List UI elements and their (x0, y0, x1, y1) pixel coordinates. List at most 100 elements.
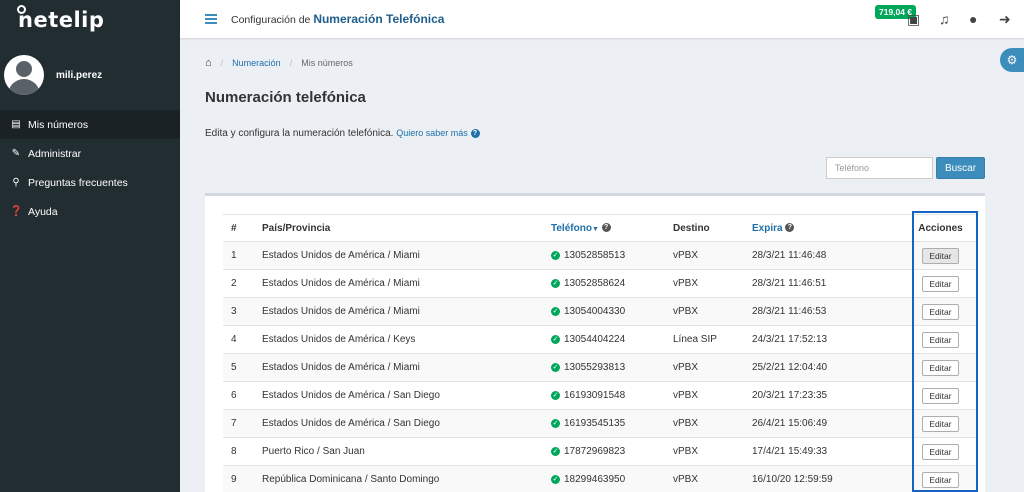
question-icon: ❓ (10, 206, 23, 217)
question-icon: ? (601, 223, 611, 233)
sidebar-item-label: Mis números (28, 118, 89, 131)
row-country: Estados Unidos de América / Keys (254, 325, 543, 354)
bell-icon[interactable]: ♫ (939, 11, 950, 27)
table-row: 6 Estados Unidos de América / San Diego ✓ 1… (223, 381, 977, 410)
row-number: 6 (223, 381, 254, 410)
list-icon: ▤ (11, 119, 21, 130)
phone-search-input[interactable] (826, 157, 933, 179)
row-phone: ✓ 16193091548 (543, 381, 665, 410)
row-number: 8 (223, 437, 254, 466)
search-icon: ⚲ (12, 177, 20, 188)
user-icon[interactable]: ● (969, 11, 977, 27)
username: mili.perez (56, 69, 103, 81)
logo-text: netelip (18, 8, 105, 32)
table-row: 5 Estados Unidos de América / Miami ✓ 13055… (223, 353, 977, 382)
sidebar-item-ayuda[interactable]: ❓ Ayuda (0, 197, 180, 226)
table-row: 3 Estados Unidos de América / Miami ✓ 13054… (223, 297, 977, 326)
col-phone[interactable]: Teléfono▼ ? (543, 214, 665, 242)
home-icon[interactable]: ⌂ (205, 57, 212, 69)
table-row: 4 Estados Unidos de América / Keys ✓ 130544… (223, 325, 977, 354)
check-circle-icon: ✓ (551, 334, 560, 344)
settings-gear-icon[interactable]: ⚙ (1000, 48, 1024, 72)
sidebar-item-administrar[interactable]: ✎ Administrar (0, 139, 180, 168)
row-destination: vPBX (665, 269, 744, 298)
sidebar-item-label: Administrar (28, 147, 82, 160)
row-country: Estados Unidos de América / Miami (254, 353, 543, 382)
row-expires: 28/3/21 11:46:53 (744, 297, 904, 326)
edit-icon: ✎ (11, 148, 21, 159)
check-circle-icon: ✓ (551, 474, 560, 484)
col-country: País/Provincia (254, 214, 543, 242)
row-country: Estados Unidos de América / San Diego (254, 409, 543, 438)
row-expires: 28/3/21 11:46:51 (744, 269, 904, 298)
sidebar-item-label: Preguntas frecuentes (28, 176, 128, 189)
avatar (4, 55, 44, 95)
question-icon: ? (785, 223, 795, 233)
row-destination: vPBX (665, 241, 744, 270)
row-expires: 25/2/21 12:04:40 (744, 353, 904, 382)
row-phone: ✓ 13052858624 (543, 269, 665, 298)
learn-more-link[interactable]: Quiero saber más (396, 128, 468, 138)
actions-column-highlight (912, 211, 978, 492)
row-number: 3 (223, 297, 254, 326)
row-phone: ✓ 13052858513 (543, 241, 665, 270)
sidebar-item-label: Ayuda (28, 205, 58, 218)
numbers-table: # País/Provincia Teléfono▼ ? Destino Exp… (223, 214, 977, 492)
sidebar-menu: ▤ Mis números ✎ Administrar ⚲ Preguntas … (0, 110, 180, 226)
page-header-title: Configuración de Numeración Telefónica (231, 12, 445, 26)
row-country: Estados Unidos de América / San Diego (254, 381, 543, 410)
row-country: Puerto Rico / San Juan (254, 437, 543, 466)
sidebar-item-preguntas[interactable]: ⚲ Preguntas frecuentes (0, 168, 180, 197)
col-expires[interactable]: Expira ? (744, 214, 904, 242)
logout-icon[interactable]: ➜ (999, 11, 1011, 28)
row-number: 1 (223, 241, 254, 270)
sidebar-item-mis-numeros[interactable]: ▤ Mis números (0, 110, 180, 139)
table-row: 2 Estados Unidos de América / Miami ✓ 13052… (223, 269, 977, 298)
row-expires: 26/4/21 15:06:49 (744, 409, 904, 438)
col-destination: Destino (665, 214, 744, 242)
check-circle-icon: ✓ (551, 278, 560, 288)
question-icon: ? (470, 128, 480, 138)
logo[interactable]: netelip (0, 0, 180, 40)
table-row: 1 Estados Unidos de América / Miami ✓ 13052… (223, 241, 977, 270)
row-destination: Línea SIP (665, 325, 744, 354)
check-circle-icon: ✓ (551, 390, 560, 400)
topbar: Configuración de Numeración Telefónica 7… (180, 0, 1024, 38)
breadcrumb-numeracion[interactable]: Numeración (232, 58, 281, 68)
wallet-icon[interactable]: ▣ (907, 11, 920, 28)
row-number: 4 (223, 325, 254, 354)
row-phone: ✓ 16193545135 (543, 409, 665, 438)
row-expires: 24/3/21 17:52:13 (744, 325, 904, 354)
user-panel: mili.perez (0, 40, 180, 110)
row-number: 7 (223, 409, 254, 438)
table-row: 7 Estados Unidos de América / San Diego ✓ 1… (223, 409, 977, 438)
row-phone: ✓ 17872969823 (543, 437, 665, 466)
row-destination: vPBX (665, 437, 744, 466)
row-expires: 20/3/21 17:23:35 (744, 381, 904, 410)
row-destination: vPBX (665, 381, 744, 410)
row-phone: ✓ 13055293813 (543, 353, 665, 382)
sidebar: netelip mili.perez ▤ Mis números ✎ Admin… (0, 0, 180, 492)
row-country: Estados Unidos de América / Miami (254, 241, 543, 270)
row-number: 2 (223, 269, 254, 298)
row-country: Estados Unidos de América / Miami (254, 297, 543, 326)
page-description: Edita y configura la numeración telefóni… (205, 128, 480, 139)
check-circle-icon: ✓ (551, 306, 560, 316)
row-expires: 28/3/21 11:46:48 (744, 241, 904, 270)
row-phone: ✓ 13054404224 (543, 325, 665, 354)
table-row: 9 República Dominicana / Santo Domingo ✓ 18… (223, 465, 977, 492)
breadcrumb-current: Mis números (301, 58, 353, 68)
table-row: 8 Puerto Rico / San Juan ✓ 17872969823 vPBX 1… (223, 437, 977, 466)
row-country: Estados Unidos de América / Miami (254, 269, 543, 298)
row-phone: ✓ 18299463950 (543, 465, 665, 492)
row-phone: ✓ 13054004330 (543, 297, 665, 326)
check-circle-icon: ✓ (551, 250, 560, 260)
search-button[interactable]: Buscar (936, 157, 985, 179)
check-circle-icon: ✓ (551, 362, 560, 372)
row-destination: vPBX (665, 465, 744, 492)
menu-toggle-icon[interactable] (205, 14, 217, 24)
row-number: 5 (223, 353, 254, 382)
sort-caret-icon: ▼ (591, 225, 599, 233)
location-pin-icon (17, 5, 26, 14)
table-header-row: # País/Provincia Teléfono▼ ? Destino Exp… (223, 214, 977, 242)
